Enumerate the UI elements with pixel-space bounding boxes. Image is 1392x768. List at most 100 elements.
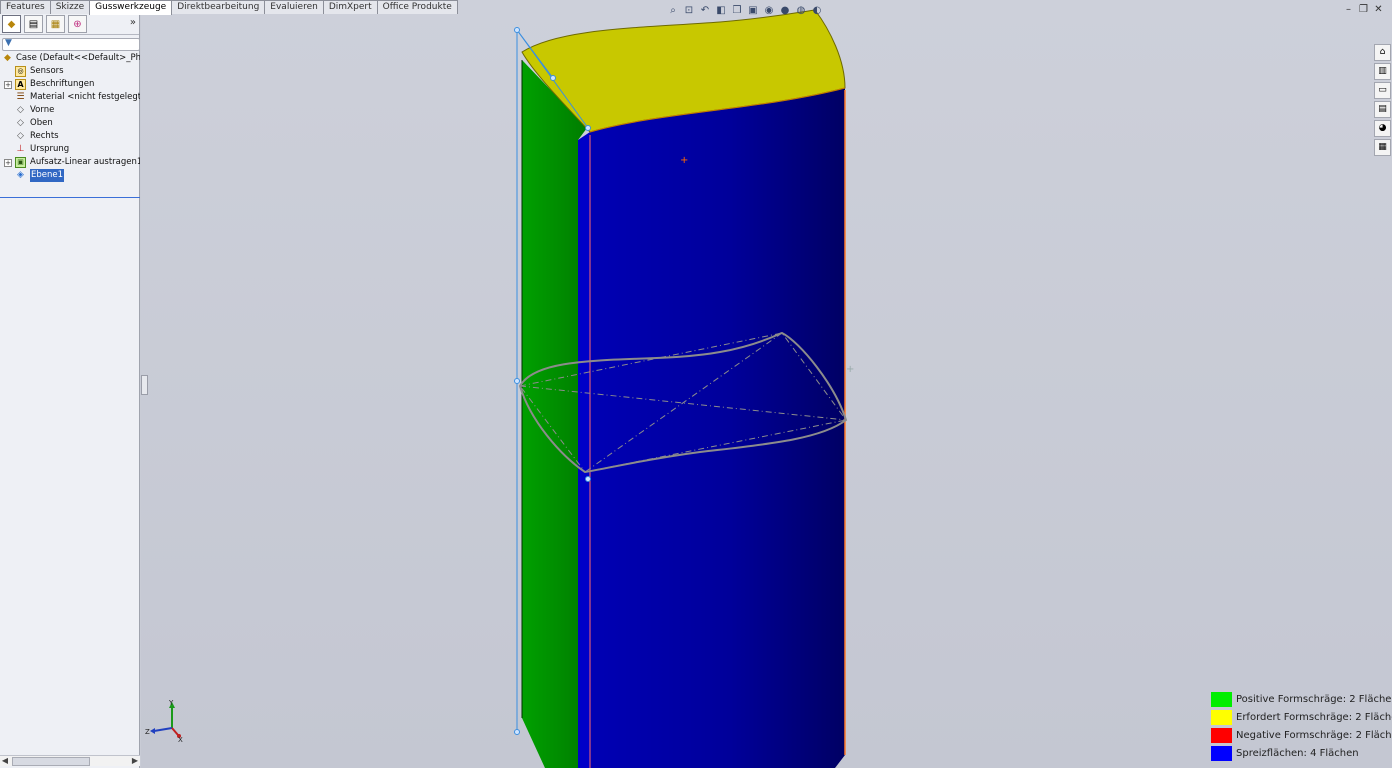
heads-up-view-toolbar: ⌕ ⊡ ↶ ◧ ❒ ▣ ◉ ● ◍ ◐ bbox=[666, 3, 826, 19]
legend-swatch bbox=[1211, 728, 1232, 743]
triad-z-label: Z bbox=[145, 728, 150, 736]
minimize-icon[interactable]: – bbox=[1341, 4, 1356, 16]
material-icon: ☰ bbox=[16, 92, 25, 102]
tree-item-label: Ebene1 bbox=[30, 169, 65, 182]
expand-icon[interactable]: + bbox=[4, 159, 12, 167]
front-face-split[interactable] bbox=[590, 88, 845, 768]
zoom-to-area-icon[interactable]: ⊡ bbox=[682, 4, 696, 18]
configuration-icon: ▦ bbox=[50, 18, 61, 30]
legend-label: Spreizflächen: 4 Flächen bbox=[1236, 748, 1359, 759]
plane-icon: ◇ bbox=[17, 131, 24, 141]
task-pane-tabs: ⌂ ▥ ▭ ▤ ◕ ▦ bbox=[1374, 44, 1391, 158]
triad-x-label: X bbox=[178, 736, 183, 743]
tree-item-oben[interactable]: ◇ Oben bbox=[0, 117, 140, 130]
view-settings-icon[interactable]: ◐ bbox=[810, 4, 824, 18]
legend-row-positive: Positive Formschräge: 2 Flächen bbox=[1211, 691, 1392, 709]
tree-item-label: Rechts bbox=[30, 131, 59, 141]
tree-item-label: Aufsatz-Linear austragen1 bbox=[30, 157, 140, 167]
part-icon: ◆ bbox=[4, 53, 11, 63]
tree-item-aufsatz-linear[interactable]: + ▣ Aufsatz-Linear austragen1 bbox=[0, 156, 140, 169]
panel-splitter-handle[interactable] bbox=[141, 375, 148, 395]
tab-dimxpert[interactable]: DimXpert bbox=[322, 0, 378, 14]
sensor-icon: ◎ bbox=[15, 66, 26, 77]
graphics-area[interactable]: + + bbox=[0, 0, 1392, 768]
zoom-to-fit-icon[interactable]: ⌕ bbox=[666, 4, 680, 18]
section-view-icon[interactable]: ◧ bbox=[714, 4, 728, 18]
annotation-icon: A bbox=[15, 79, 26, 90]
tab-skizze[interactable]: Skizze bbox=[49, 0, 91, 14]
view-orientation-icon[interactable]: ❒ bbox=[730, 4, 744, 18]
close-icon[interactable]: ✕ bbox=[1371, 4, 1386, 16]
appearances-icon[interactable]: ◕ bbox=[1374, 120, 1391, 137]
view-palette-icon[interactable]: ▤ bbox=[1374, 101, 1391, 118]
property-manager-tab[interactable]: ▤ bbox=[24, 15, 43, 33]
plane-icon: ◈ bbox=[17, 170, 24, 180]
tab-evaluieren[interactable]: Evaluieren bbox=[264, 0, 324, 14]
window-controls: – ❐ ✕ bbox=[1341, 4, 1386, 16]
tree-item-label: Ursprung bbox=[30, 144, 70, 154]
tree-item-ursprung[interactable]: ⊥ Ursprung bbox=[0, 143, 140, 156]
legend-swatch bbox=[1211, 710, 1232, 725]
reference-triad: Y Z X bbox=[145, 699, 183, 743]
strip-face[interactable] bbox=[578, 132, 590, 768]
configuration-manager-tab[interactable]: ▦ bbox=[46, 15, 65, 33]
legend-row-requires: Erfordert Formschräge: 2 Flächen bbox=[1211, 709, 1392, 727]
plane-icon: ◇ bbox=[17, 118, 24, 128]
tree-item-label: Material <nicht festgelegt> bbox=[30, 92, 140, 102]
expand-panel-button[interactable]: » bbox=[130, 17, 136, 28]
tree-item-label: Sensors bbox=[30, 66, 64, 76]
legend-row-negative: Negative Formschräge: 2 Flächen bbox=[1211, 727, 1392, 745]
apply-scene-icon[interactable]: ◍ bbox=[794, 4, 808, 18]
feature-tree-icon: ◆ bbox=[7, 18, 16, 30]
tab-direktbearbeitung[interactable]: Direktbearbeitung bbox=[171, 0, 266, 14]
tab-features[interactable]: Features bbox=[0, 0, 51, 14]
legend-label: Negative Formschräge: 2 Flächen bbox=[1236, 730, 1392, 741]
legend-label: Positive Formschräge: 2 Flächen bbox=[1236, 694, 1392, 705]
panel-horizontal-scrollbar[interactable]: ◀ ▶ bbox=[0, 755, 140, 766]
tree-item-label: Vorne bbox=[30, 105, 55, 115]
tree-item-label: Beschriftungen bbox=[30, 79, 95, 89]
tree-item-beschriftungen[interactable]: + A Beschriftungen bbox=[0, 78, 140, 91]
scroll-right-icon[interactable]: ▶ bbox=[130, 756, 140, 766]
scroll-left-icon[interactable]: ◀ bbox=[0, 756, 10, 766]
legend-row-straddle: Spreizflächen: 4 Flächen bbox=[1211, 745, 1392, 763]
tree-item-ebene1[interactable]: ◈ Ebene1 bbox=[0, 169, 140, 182]
tree-item-label: Oben bbox=[30, 118, 53, 128]
restore-icon[interactable]: ❐ bbox=[1356, 4, 1371, 16]
file-explorer-icon[interactable]: ▭ bbox=[1374, 82, 1391, 99]
legend-swatch bbox=[1211, 746, 1232, 761]
property-icon: ▤ bbox=[28, 18, 39, 30]
triad-y-label: Y bbox=[168, 699, 174, 707]
tree-item-material[interactable]: ☰ Material <nicht festgelegt> bbox=[0, 91, 140, 104]
hide-show-items-icon[interactable]: ◉ bbox=[762, 4, 776, 18]
tab-gusswerkzeuge[interactable]: Gusswerkzeuge bbox=[89, 0, 173, 15]
edit-appearance-icon[interactable]: ● bbox=[778, 4, 792, 18]
draft-analysis-legend: Positive Formschräge: 2 Flächen Erforder… bbox=[1211, 691, 1392, 763]
feature-icon: ▣ bbox=[15, 157, 26, 168]
scroll-thumb[interactable] bbox=[12, 757, 90, 766]
tree-item-rechts[interactable]: ◇ Rechts bbox=[0, 130, 140, 143]
tree-item-sensors[interactable]: ◎ Sensors bbox=[0, 65, 140, 78]
feature-manager-tab[interactable]: ◆ bbox=[2, 15, 21, 33]
command-manager-tabs: Features Skizze Gusswerkzeuge Direktbear… bbox=[0, 0, 458, 15]
expand-icon[interactable]: + bbox=[4, 81, 12, 89]
tree-item-part[interactable]: ◆ Case (Default<<Default>_PhotoW bbox=[0, 52, 140, 65]
svg-text:+: + bbox=[846, 364, 854, 375]
panel-divider bbox=[0, 197, 140, 198]
design-library-icon[interactable]: ▥ bbox=[1374, 63, 1391, 80]
legend-swatch bbox=[1211, 692, 1232, 707]
origin-icon: ⊥ bbox=[16, 144, 25, 154]
previous-view-icon[interactable]: ↶ bbox=[698, 4, 712, 18]
dimxpert-manager-tab[interactable]: ⊕ bbox=[68, 15, 87, 33]
feature-manager-panel: ◆ ▤ ▦ ⊕ » ▼ ◆ Case (Default<<Default>_Ph… bbox=[0, 14, 140, 768]
tab-office-produkte[interactable]: Office Produkte bbox=[376, 0, 458, 14]
panel-tabs: ◆ ▤ ▦ ⊕ » bbox=[0, 14, 139, 35]
svg-text:+: + bbox=[680, 155, 688, 166]
tree-item-vorne[interactable]: ◇ Vorne bbox=[0, 104, 140, 117]
display-style-icon[interactable]: ▣ bbox=[746, 4, 760, 18]
tree-filter-input[interactable]: ▼ bbox=[2, 38, 140, 51]
home-icon[interactable]: ⌂ bbox=[1374, 44, 1391, 61]
custom-properties-icon[interactable]: ▦ bbox=[1374, 139, 1391, 156]
tree-item-label: Case (Default<<Default>_PhotoW bbox=[16, 53, 140, 63]
plane-icon: ◇ bbox=[17, 105, 24, 115]
